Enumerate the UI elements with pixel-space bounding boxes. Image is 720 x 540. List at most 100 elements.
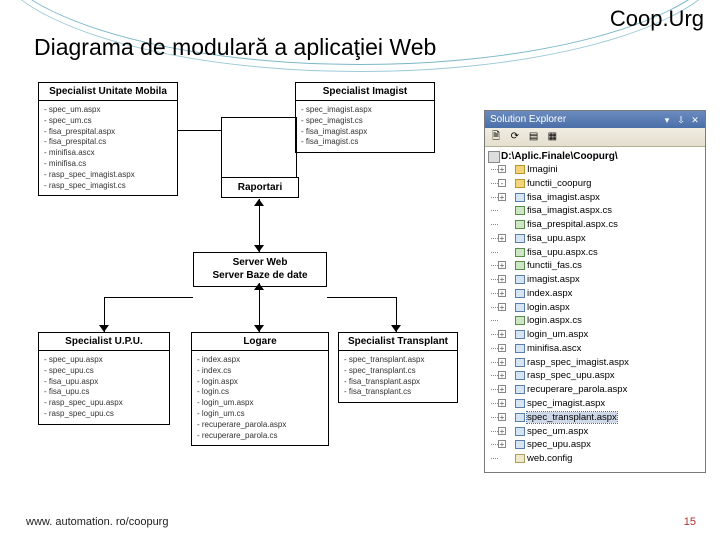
- tree-item[interactable]: + index.aspx: [487, 287, 703, 301]
- expand-icon[interactable]: +: [498, 344, 506, 352]
- tree-item-label: fisa_imagist.aspx.cs: [527, 205, 612, 216]
- list-item: - spec_um.aspx: [44, 105, 172, 116]
- tree-item[interactable]: +login.aspx: [487, 301, 703, 315]
- aspx-icon: [515, 344, 525, 353]
- box-items: - spec_um.aspx- spec_um.cs- fisa_prespit…: [39, 101, 177, 195]
- tree-item[interactable]: + imagist.aspx: [487, 273, 703, 287]
- tree-item-label: imagist.aspx: [527, 274, 580, 285]
- list-item: - minifisa.cs: [44, 159, 172, 170]
- connector: [104, 297, 193, 298]
- tree-item-label: index.aspx: [527, 288, 572, 299]
- list-item: - rasp_spec_imagist.aspx: [44, 170, 172, 181]
- arrow-up-icon: [254, 199, 264, 206]
- list-item: - fisa_prespital.aspx: [44, 127, 172, 138]
- expand-icon[interactable]: +: [498, 303, 506, 311]
- tree-item-label: recuperare_parola.aspx: [527, 384, 627, 395]
- tree-item-label: web.config: [527, 453, 572, 464]
- box-imagist: Specialist Imagist - spec_imagist.aspx- …: [295, 82, 435, 153]
- list-item: - spec_transplant.aspx: [344, 355, 452, 366]
- connector: [178, 130, 221, 131]
- tree-item-label: fisa_imagist.aspx: [527, 192, 600, 203]
- tool-icon[interactable]: 🗎: [489, 130, 503, 144]
- list-item: - login_um.cs: [197, 409, 323, 420]
- expand-icon[interactable]: +: [498, 289, 506, 297]
- expand-icon[interactable]: +: [498, 330, 506, 338]
- aspx-icon: [515, 275, 525, 284]
- tree-item-label: login.aspx.cs: [527, 315, 582, 326]
- tree-item[interactable]: +functii_fas.cs: [487, 259, 703, 273]
- aspx-icon: [515, 234, 525, 243]
- expand-icon[interactable]: +: [498, 193, 506, 201]
- tree-item-label: rasp_spec_imagist.aspx: [527, 357, 629, 368]
- dropdown-icon[interactable]: ▾: [662, 115, 672, 125]
- footer-url: www. automation. ro/coopurg: [26, 516, 168, 528]
- tree-item[interactable]: +rasp_spec_upu.aspx: [487, 369, 703, 383]
- tree-root[interactable]: D:\Aplic.Finale\Coopurg\: [487, 150, 703, 163]
- list-item: - login_um.aspx: [197, 398, 323, 409]
- tree-item[interactable]: +minifisa.ascx: [487, 342, 703, 356]
- tree-item[interactable]: + fisa_upu.aspx: [487, 232, 703, 246]
- expand-icon[interactable]: +: [498, 165, 506, 173]
- expand-icon[interactable]: +: [498, 371, 506, 379]
- expand-icon[interactable]: +: [498, 413, 506, 421]
- pin-icon[interactable]: ⇩: [676, 115, 686, 125]
- tree-item[interactable]: + recuperare_parola.aspx: [487, 383, 703, 397]
- tree-item[interactable]: + fisa_imagist.aspx: [487, 191, 703, 205]
- tree-item[interactable]: +spec_imagist.aspx: [487, 397, 703, 411]
- aspx-icon: [515, 289, 525, 298]
- list-item: - fisa_upu.cs: [44, 387, 164, 398]
- tree-item[interactable]: + login_um.aspx: [487, 328, 703, 342]
- tree-item-label: login_um.aspx: [527, 329, 588, 340]
- expand-icon[interactable]: +: [498, 234, 506, 242]
- list-item: - fisa_transplant.aspx: [344, 377, 452, 388]
- aspx-icon: [515, 193, 525, 202]
- tree-item-label: fisa_upu.aspx: [527, 233, 586, 244]
- box-items: - spec_upu.aspx- spec_upu.cs- fisa_upu.a…: [39, 351, 169, 424]
- connector: [221, 117, 222, 177]
- tree-item[interactable]: +spec_transplant.aspx: [487, 411, 703, 425]
- tree-item[interactable]: + rasp_spec_imagist.aspx: [487, 356, 703, 370]
- cs-icon: [515, 261, 525, 270]
- tree-item[interactable]: fisa_prespital.aspx.cs: [487, 218, 703, 232]
- folder-icon: [515, 165, 525, 174]
- panel-titlebar[interactable]: Solution Explorer ▾ ⇩ ✕: [485, 111, 705, 128]
- panel-toolbar: 🗎 ⟳ ▤ ▦: [485, 128, 705, 147]
- list-item: - recuperare_parola.aspx: [197, 420, 323, 431]
- list-item: - spec_imagist.cs: [301, 116, 429, 127]
- expand-icon[interactable]: +: [498, 261, 506, 269]
- list-item: - spec_upu.cs: [44, 366, 164, 377]
- expand-icon[interactable]: +: [498, 399, 506, 407]
- tree-item[interactable]: +Imagini: [487, 163, 703, 177]
- arrow-down-icon: [254, 245, 264, 252]
- tree-view[interactable]: D:\Aplic.Finale\Coopurg\ +Imagini-functi…: [485, 147, 705, 472]
- cs-icon: [515, 206, 525, 215]
- tree-item[interactable]: +spec_upu.aspx: [487, 438, 703, 452]
- expand-icon[interactable]: +: [498, 358, 506, 366]
- box-items: - spec_transplant.aspx- spec_transplant.…: [339, 351, 457, 402]
- box-title: Specialist U.P.U.: [39, 333, 169, 351]
- tree-item[interactable]: +spec_um.aspx: [487, 425, 703, 439]
- box-raportari: Raportari: [221, 177, 299, 198]
- tree-item[interactable]: fisa_imagist.aspx.cs: [487, 204, 703, 218]
- refresh-icon[interactable]: ⟳: [508, 130, 522, 144]
- list-item: - minifisa.ascx: [44, 148, 172, 159]
- expand-icon[interactable]: +: [498, 385, 506, 393]
- expand-icon[interactable]: +: [498, 275, 506, 283]
- tool-icon[interactable]: ▤: [527, 130, 541, 144]
- list-item: - rasp_spec_upu.aspx: [44, 398, 164, 409]
- tree-item[interactable]: -functii_coopurg: [487, 177, 703, 191]
- tool-icon[interactable]: ▦: [545, 130, 559, 144]
- tree-item[interactable]: fisa_upu.aspx.cs: [487, 246, 703, 260]
- tree-item[interactable]: login.aspx.cs: [487, 314, 703, 328]
- close-icon[interactable]: ✕: [690, 115, 700, 125]
- panel-title: Solution Explorer: [490, 114, 566, 125]
- list-item: - recuperare_parola.cs: [197, 431, 323, 442]
- tree-item[interactable]: web.config: [487, 452, 703, 466]
- expand-icon[interactable]: +: [498, 440, 506, 448]
- expand-icon[interactable]: +: [498, 427, 506, 435]
- box-items: - index.aspx- index.cs- login.aspx- logi…: [192, 351, 328, 445]
- list-item: - fisa_imagist.cs: [301, 137, 429, 148]
- arrow-down-icon: [254, 325, 264, 332]
- list-item: - fisa_prespital.cs: [44, 137, 172, 148]
- expand-icon[interactable]: -: [498, 179, 506, 187]
